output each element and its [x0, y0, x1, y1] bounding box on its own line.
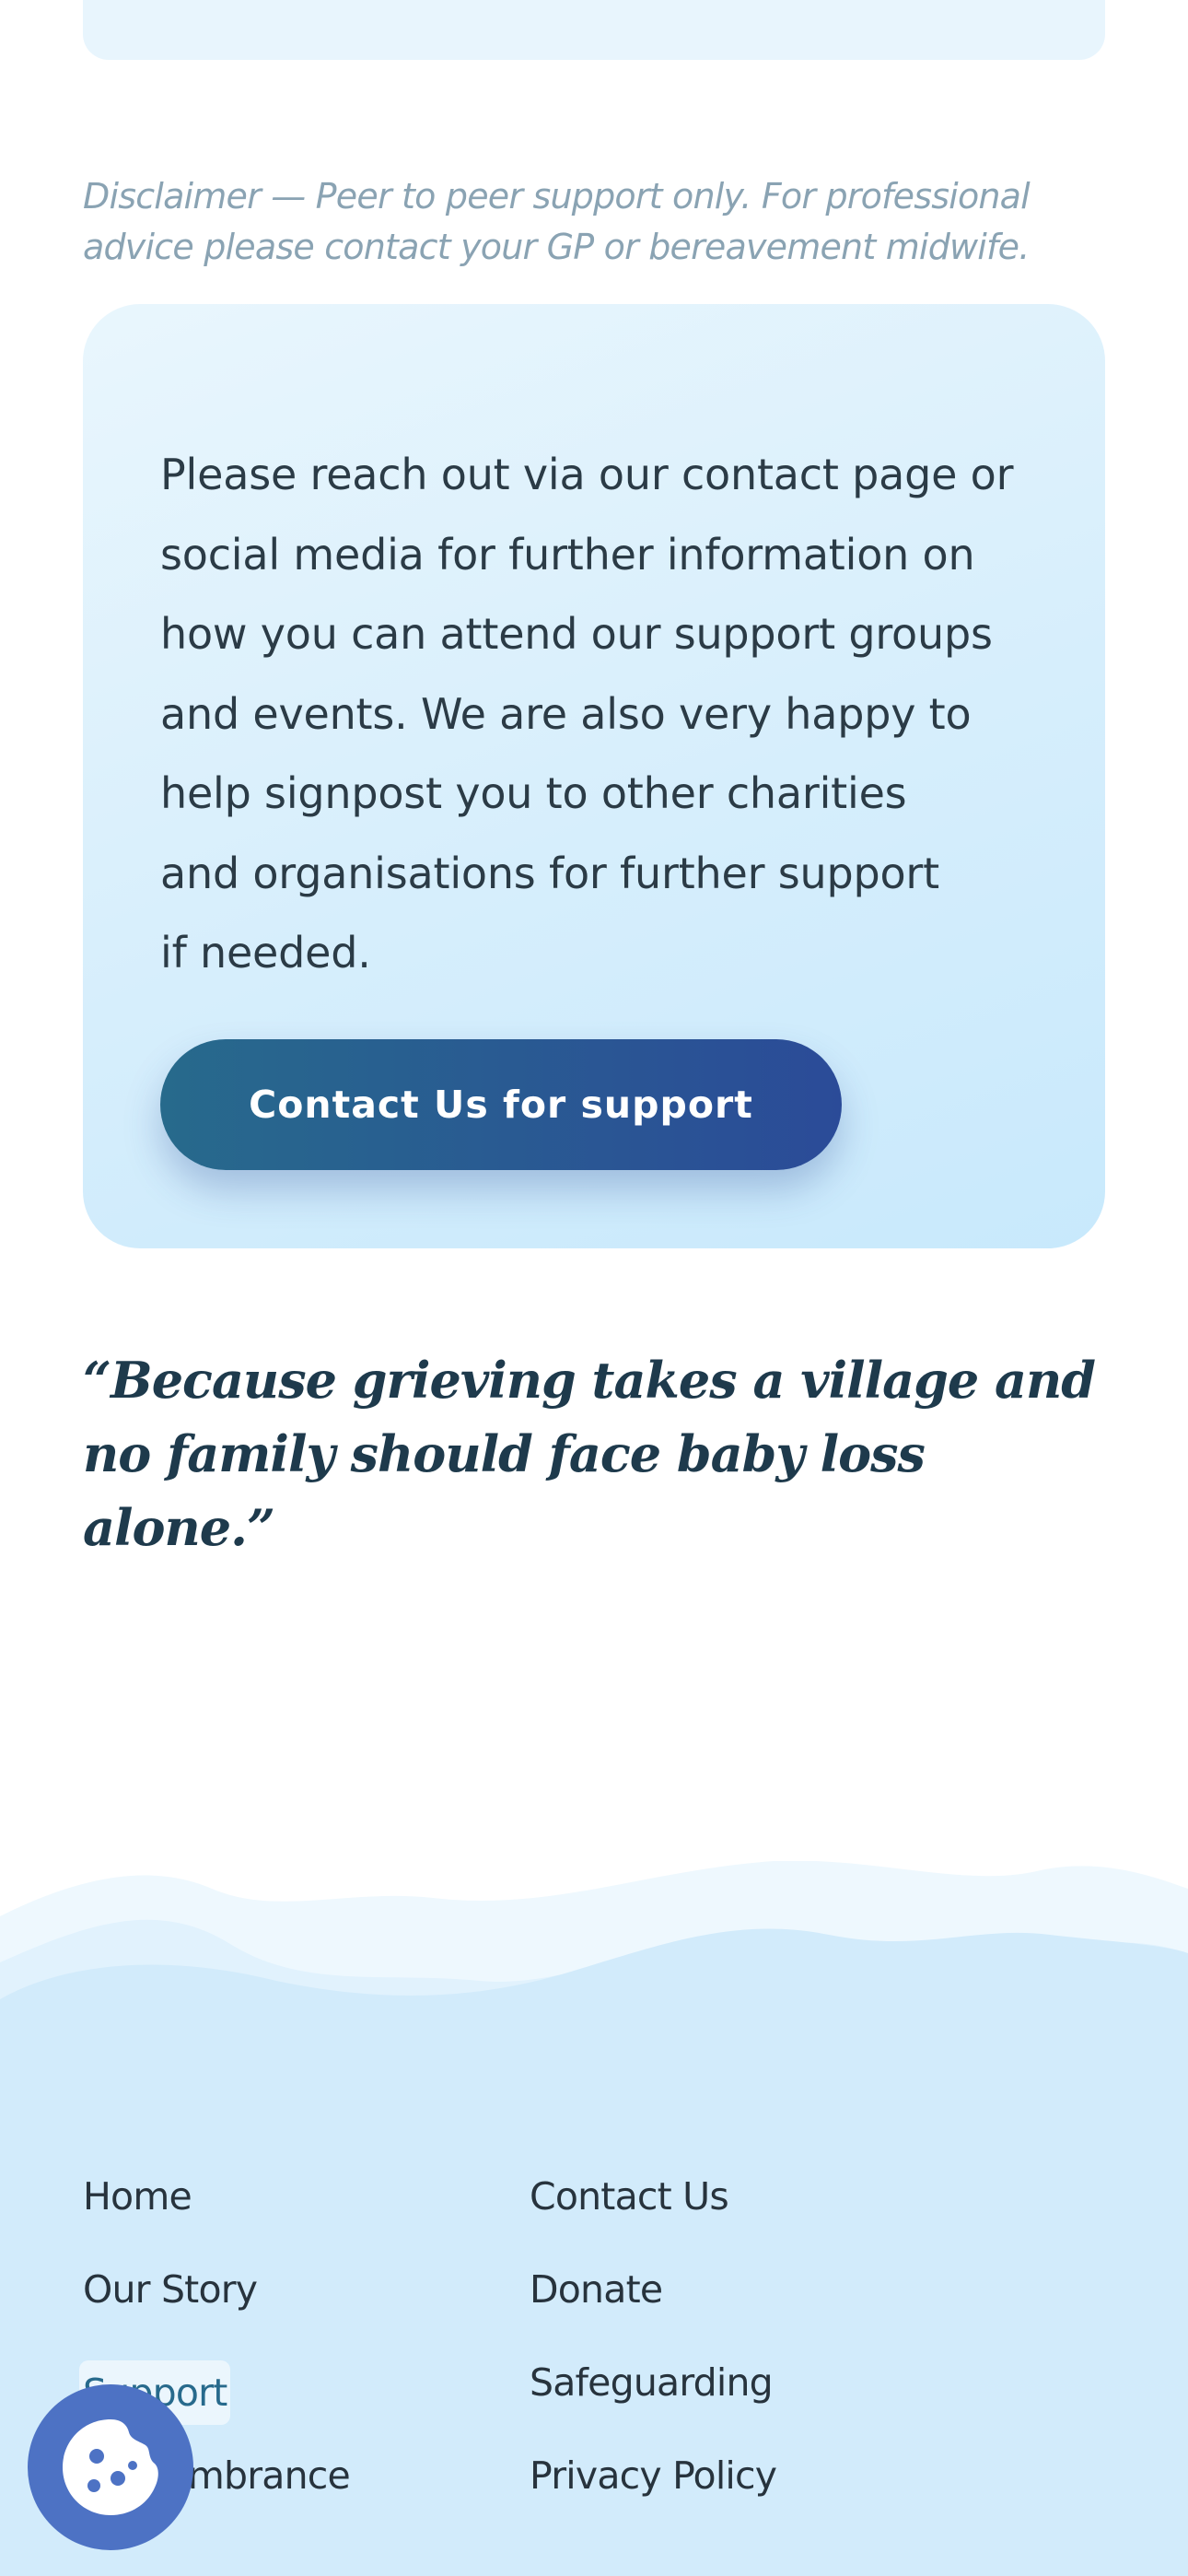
tagline-quote: “Because grieving takes a village and no…: [83, 1351, 1096, 1557]
contact-us-for-support-button[interactable]: Contact Us for support: [160, 1039, 842, 1170]
footer-link-contact-us[interactable]: Contact Us: [530, 2174, 776, 2267]
footer-link-donate[interactable]: Donate: [530, 2267, 776, 2360]
footer-link-safeguarding[interactable]: Safeguarding: [530, 2360, 776, 2453]
support-card: Please reach out via our contact page or…: [83, 304, 1105, 1248]
footer-links-right: Contact Us Donate Safeguarding Privacy P…: [530, 2174, 777, 2547]
footer-link-privacy-policy[interactable]: Privacy Policy: [530, 2453, 777, 2547]
support-card-text: Please reach out via our contact page or…: [160, 450, 1014, 978]
clipped-heading-fragment: [212, 21, 580, 34]
footer-link-home[interactable]: Home: [83, 2174, 350, 2267]
previous-card-bottom: [83, 0, 1105, 60]
cookie-icon: [63, 2419, 158, 2515]
disclaimer-text: Disclaimer — Peer to peer support only. …: [83, 176, 1031, 267]
footer-link-our-story[interactable]: Our Story: [83, 2267, 350, 2360]
cookie-settings-button[interactable]: [28, 2384, 193, 2550]
